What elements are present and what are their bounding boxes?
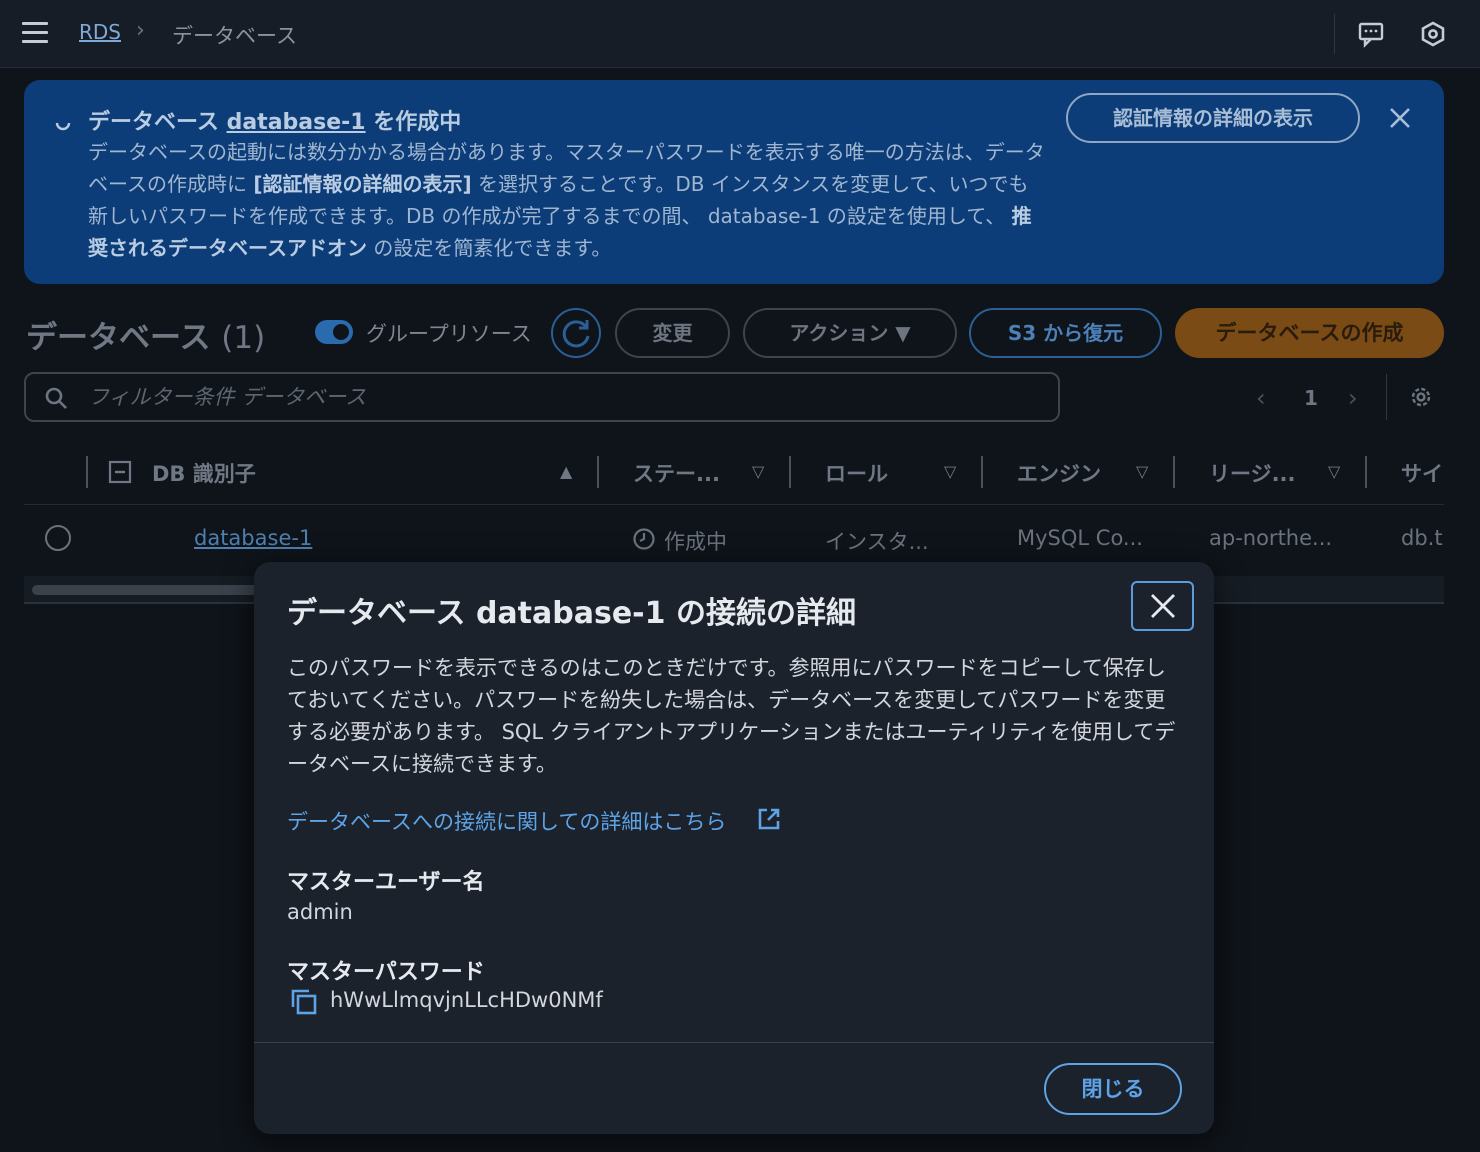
group-resources-label: グループリソース xyxy=(366,322,532,346)
create-database-button[interactable]: データベースの作成 xyxy=(1175,308,1444,358)
modal-close-button[interactable] xyxy=(1131,581,1194,631)
close-icon[interactable] xyxy=(1388,106,1412,130)
role-cell: インスタ... xyxy=(825,530,929,554)
column-header-db-identifier[interactable]: DB 識別子 xyxy=(152,458,256,488)
hamburger-menu-icon[interactable] xyxy=(22,22,48,44)
sort-icon[interactable]: ▽ xyxy=(1136,462,1148,481)
flash-title-suffix: を作成中 xyxy=(373,110,462,135)
learn-more-connection-link[interactable]: データベースへの接続に関しての詳細はこちら xyxy=(287,806,726,836)
databases-heading: データベース (1) xyxy=(26,312,265,357)
column-separator[interactable] xyxy=(981,456,983,488)
sort-ascending-icon[interactable]: ▲ xyxy=(560,462,572,481)
flash-body-bold: [認証情報の詳細の表示] xyxy=(253,172,472,196)
collapse-all-icon[interactable] xyxy=(108,460,132,484)
database-identifier-link[interactable]: database-1 xyxy=(194,526,312,550)
loading-spinner-icon xyxy=(55,122,71,131)
column-header-size[interactable]: サイ xyxy=(1401,458,1443,488)
search-icon xyxy=(45,387,67,409)
close-icon xyxy=(1151,594,1175,618)
engine-cell: MySQL Co... xyxy=(1017,526,1143,550)
topbar-divider xyxy=(1334,14,1335,54)
table-header-divider xyxy=(24,504,1444,505)
view-credential-details-button[interactable]: 認証情報の詳細の表示 xyxy=(1066,93,1360,143)
external-link-icon[interactable] xyxy=(757,807,781,831)
row-select-radio[interactable] xyxy=(45,525,71,551)
pager-divider xyxy=(1386,374,1387,420)
column-separator[interactable] xyxy=(1365,456,1367,488)
status-cell: 作成中 xyxy=(664,530,727,554)
filter-box xyxy=(24,372,1060,422)
column-separator[interactable] xyxy=(597,456,599,488)
column-separator[interactable] xyxy=(789,456,791,488)
sort-icon[interactable]: ▽ xyxy=(944,462,956,481)
breadcrumb-separator: › xyxy=(136,18,145,43)
column-header-role[interactable]: ロール xyxy=(825,458,888,488)
copy-icon[interactable] xyxy=(290,988,318,1016)
breadcrumb-current: データベース xyxy=(172,24,297,48)
master-username-value: admin xyxy=(287,900,353,924)
master-password-value: hWwLlmqvjnLLcHDw0NMf xyxy=(330,988,603,1012)
modal-close-footer-button[interactable]: 閉じる xyxy=(1044,1063,1182,1115)
flash-title: データベース database-1 を作成中 xyxy=(88,104,461,136)
pagination-prev-button[interactable]: ‹ xyxy=(1256,384,1266,412)
column-separator xyxy=(86,456,88,488)
breadcrumb-rds-link[interactable]: RDS xyxy=(79,20,121,44)
refresh-icon xyxy=(562,320,590,348)
databases-heading-title: データベース xyxy=(26,320,211,356)
region-cell: ap-northe... xyxy=(1209,526,1333,550)
master-username-label: マスターユーザー名 xyxy=(287,870,485,895)
creating-database-flash-banner: データベース database-1 を作成中 データベースの起動には数分かかる場… xyxy=(24,80,1444,284)
column-header-region[interactable]: リージ... xyxy=(1209,458,1296,488)
pagination-page-number[interactable]: 1 xyxy=(1304,386,1318,410)
flash-body-part3: の設定を簡素化できます。 xyxy=(373,236,612,260)
pagination-next-button[interactable]: › xyxy=(1348,384,1358,412)
scrollbar-thumb[interactable] xyxy=(32,585,272,595)
master-password-label: マスターパスワード xyxy=(287,960,485,985)
column-header-status[interactable]: ステー... xyxy=(633,458,720,488)
databases-count: (1) xyxy=(221,320,266,356)
modal-description: このパスワードを表示できるのはこのときだけです。参照用にパスワードをコピーして保… xyxy=(287,656,1176,776)
feedback-icon[interactable] xyxy=(1357,20,1385,48)
gear-icon[interactable] xyxy=(1408,384,1434,410)
size-cell: db.t xyxy=(1401,526,1443,550)
modify-button[interactable]: 変更 xyxy=(615,308,730,358)
column-separator[interactable] xyxy=(1173,456,1175,488)
refresh-button[interactable] xyxy=(551,308,601,358)
settings-icon[interactable] xyxy=(1419,20,1447,48)
sort-icon[interactable]: ▽ xyxy=(1328,462,1340,481)
flash-title-database-link[interactable]: database-1 xyxy=(227,110,366,135)
group-resources-toggle[interactable] xyxy=(315,320,353,344)
modal-title: データベース database-1 の接続の詳細 xyxy=(287,596,856,631)
connection-details-modal: データベース database-1 の接続の詳細 このパスワードを表示できるのは… xyxy=(254,562,1214,1134)
filter-input[interactable] xyxy=(88,374,988,420)
actions-dropdown-button[interactable]: アクション ▼ xyxy=(743,308,957,358)
restore-from-s3-button[interactable]: S3 から復元 xyxy=(969,308,1162,358)
modal-footer-divider xyxy=(254,1042,1214,1043)
sort-icon[interactable]: ▽ xyxy=(752,462,764,481)
flash-title-prefix: データベース xyxy=(88,110,219,135)
top-navigation-bar: RDS › データベース xyxy=(0,0,1480,68)
flash-body-text: データベースの起動には数分かかる場合があります。マスターパスワードを表示する唯一… xyxy=(88,136,1048,264)
clock-icon xyxy=(633,528,655,550)
column-header-engine[interactable]: エンジン xyxy=(1017,458,1101,488)
